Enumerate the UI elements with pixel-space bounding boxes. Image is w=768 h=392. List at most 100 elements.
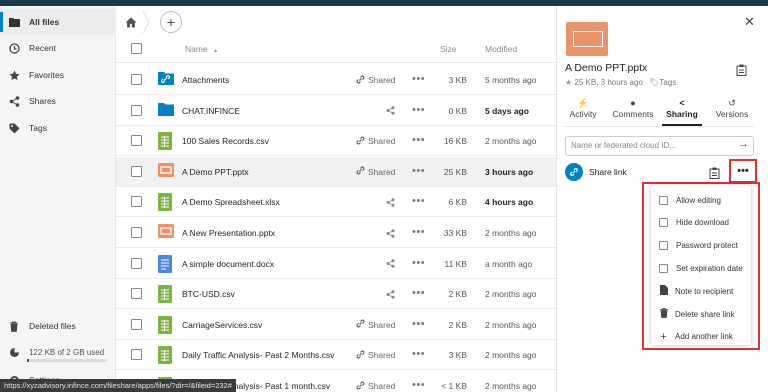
file-name[interactable]: A Demo Spreadsheet.xlsx xyxy=(182,187,280,217)
more-actions-icon[interactable]: ••• xyxy=(412,279,425,309)
allow-editing-option[interactable]: Allow editing xyxy=(659,192,721,208)
shared-status[interactable]: Shared xyxy=(356,310,395,340)
checkbox[interactable] xyxy=(659,195,668,205)
tab-sharing[interactable]: < Sharing xyxy=(659,98,705,119)
row-checkbox[interactable] xyxy=(131,196,142,208)
file-row[interactable]: A Demo Spreadsheet.xlsx ••• 6 KB 4 hours ag… xyxy=(116,187,556,218)
shared-status[interactable]: Shared xyxy=(356,371,395,392)
clock-icon xyxy=(8,42,20,54)
link-icon xyxy=(356,350,368,361)
more-actions-icon[interactable]: ••• xyxy=(412,157,425,187)
row-checkbox[interactable] xyxy=(131,74,142,85)
file-name[interactable]: BTC-USD.csv xyxy=(182,279,235,309)
sidebar-item-favorites[interactable]: Favorites xyxy=(0,62,116,88)
file-row[interactable]: A simple document.docx ••• 11 KB a month ag… xyxy=(116,249,556,279)
more-actions-icon[interactable]: ••• xyxy=(412,371,425,392)
sidebar-item-deleted-files[interactable]: Deleted files xyxy=(0,313,116,339)
checkbox[interactable] xyxy=(659,241,668,251)
file-name[interactable]: A New Presentation.pptx xyxy=(182,218,275,248)
file-row[interactable]: CarriageServices.csv Shared ••• 2 KB 2 month… xyxy=(116,310,556,340)
share-link-menu-button[interactable]: ••• xyxy=(729,159,757,183)
file-modified: 2 months ago xyxy=(485,228,537,238)
share-icon[interactable] xyxy=(386,187,395,217)
row-checkbox[interactable] xyxy=(131,288,142,300)
file-name[interactable]: Attachments xyxy=(182,65,229,95)
file-row[interactable]: Daily Traffic Analysis- Past 2 Months.cs… xyxy=(116,340,556,371)
tab-comments[interactable]: ● Comments xyxy=(610,98,656,119)
checkbox[interactable] xyxy=(659,263,668,273)
column-header-name[interactable]: Name ▲ xyxy=(185,35,218,63)
file-row[interactable]: A Demo PPT.pptx Shared ••• 25 KB 3 hours ago xyxy=(116,156,556,187)
more-actions-icon[interactable]: ••• xyxy=(412,218,425,248)
shared-label: Shared xyxy=(368,166,396,177)
share-icon[interactable] xyxy=(386,249,395,279)
sidebar-item-shares[interactable]: Shares xyxy=(0,88,116,114)
arrow-right-icon[interactable]: → xyxy=(738,138,749,150)
more-actions-icon[interactable]: ••• xyxy=(412,187,425,217)
details-tags-link[interactable]: Tags xyxy=(659,78,676,87)
shared-status[interactable]: Shared xyxy=(356,157,395,187)
note-to-recipient-option[interactable]: Note to recipient xyxy=(659,283,733,299)
share-with-input[interactable]: Name or federated cloud ID... xyxy=(565,136,754,156)
file-row[interactable]: BTC-USD.csv ••• 2 KB 2 months ago xyxy=(116,279,556,310)
history-icon: ↺ xyxy=(728,98,736,108)
sidebar-item-recent[interactable]: Recent xyxy=(0,35,116,61)
more-actions-icon[interactable]: ••• xyxy=(412,310,425,340)
note-icon xyxy=(659,285,668,297)
add-another-link-option[interactable]: + Add another link xyxy=(659,329,733,345)
more-actions-icon[interactable]: ••• xyxy=(412,65,425,95)
select-all-checkbox[interactable] xyxy=(131,43,142,54)
close-icon[interactable]: ✕ xyxy=(744,14,755,30)
delete-share-link-option[interactable]: Delete share link xyxy=(659,306,735,322)
sidebar-item-label: Shares xyxy=(29,96,56,106)
row-checkbox[interactable] xyxy=(131,318,142,330)
file-name[interactable]: Daily Traffic Analysis- Past 2 Months.cs… xyxy=(182,340,334,370)
password-protect-option[interactable]: Password protect xyxy=(659,238,738,254)
tab-activity[interactable]: ⚡ Activity xyxy=(560,98,606,119)
checkbox[interactable] xyxy=(659,218,668,228)
sidebar-item-all-files[interactable]: All files xyxy=(0,9,116,35)
row-checkbox[interactable] xyxy=(131,165,142,177)
file-modified: 5 days ago xyxy=(485,105,529,116)
file-name[interactable]: A Demo PPT.pptx xyxy=(182,157,249,187)
share-icon[interactable] xyxy=(386,218,395,248)
more-actions-icon[interactable]: ••• xyxy=(412,96,425,126)
file-name[interactable]: 100 Sales Records.csv xyxy=(182,126,269,156)
more-actions-icon[interactable]: ••• xyxy=(412,340,425,370)
file-row[interactable]: CHAT.INFINCE ••• 0 KB 5 days ago xyxy=(116,96,556,126)
file-size: 33 KB xyxy=(443,228,467,238)
share-icon[interactable] xyxy=(386,96,395,126)
file-name[interactable]: CarriageServices.csv xyxy=(182,310,262,340)
new-file-button[interactable]: + xyxy=(160,11,182,33)
column-header-modified[interactable]: Modified xyxy=(485,35,517,63)
file-row[interactable]: A New Presentation.pptx ••• 33 KB 2 months … xyxy=(116,218,556,248)
more-actions-icon[interactable]: ••• xyxy=(412,126,425,156)
sidebar-item-tags[interactable]: Tags xyxy=(0,115,116,141)
file-name[interactable]: CHAT.INFINCE xyxy=(182,96,240,126)
row-checkbox[interactable] xyxy=(131,227,142,238)
hide-download-option[interactable]: Hide download xyxy=(659,215,729,231)
column-header-size[interactable]: Size xyxy=(440,35,457,63)
status-url: https://xyzadvisory.infince.com/fileshar… xyxy=(0,379,236,392)
more-actions-icon[interactable]: ••• xyxy=(412,249,425,279)
shared-status[interactable]: Shared xyxy=(356,126,395,156)
tab-versions[interactable]: ↺ Versions xyxy=(709,98,755,119)
sidebar-item-label: Tags xyxy=(29,123,47,133)
share-icon[interactable] xyxy=(386,279,395,309)
row-checkbox[interactable] xyxy=(131,135,142,147)
star-icon[interactable]: ★ xyxy=(565,78,572,87)
row-checkbox[interactable] xyxy=(131,257,142,269)
shared-status[interactable]: Shared xyxy=(356,340,395,370)
set-expiration-date-option[interactable]: Set expiration date xyxy=(659,260,743,276)
row-checkbox[interactable] xyxy=(131,349,142,361)
row-checkbox[interactable] xyxy=(131,104,142,116)
file-name[interactable]: A simple document.docx xyxy=(182,249,274,279)
clipboard-icon[interactable] xyxy=(736,64,747,78)
share-link-label: Share link xyxy=(589,167,627,177)
file-row[interactable]: 100 Sales Records.csv Shared ••• 16 KB 2 mon… xyxy=(116,126,556,157)
file-row[interactable]: Attachments Shared ••• 3 KB 5 months ago xyxy=(116,65,556,95)
home-icon[interactable] xyxy=(120,11,142,33)
shared-status[interactable]: Shared xyxy=(356,65,395,95)
copy-link-icon[interactable] xyxy=(709,167,720,181)
file-modified: 5 months ago xyxy=(485,75,537,85)
